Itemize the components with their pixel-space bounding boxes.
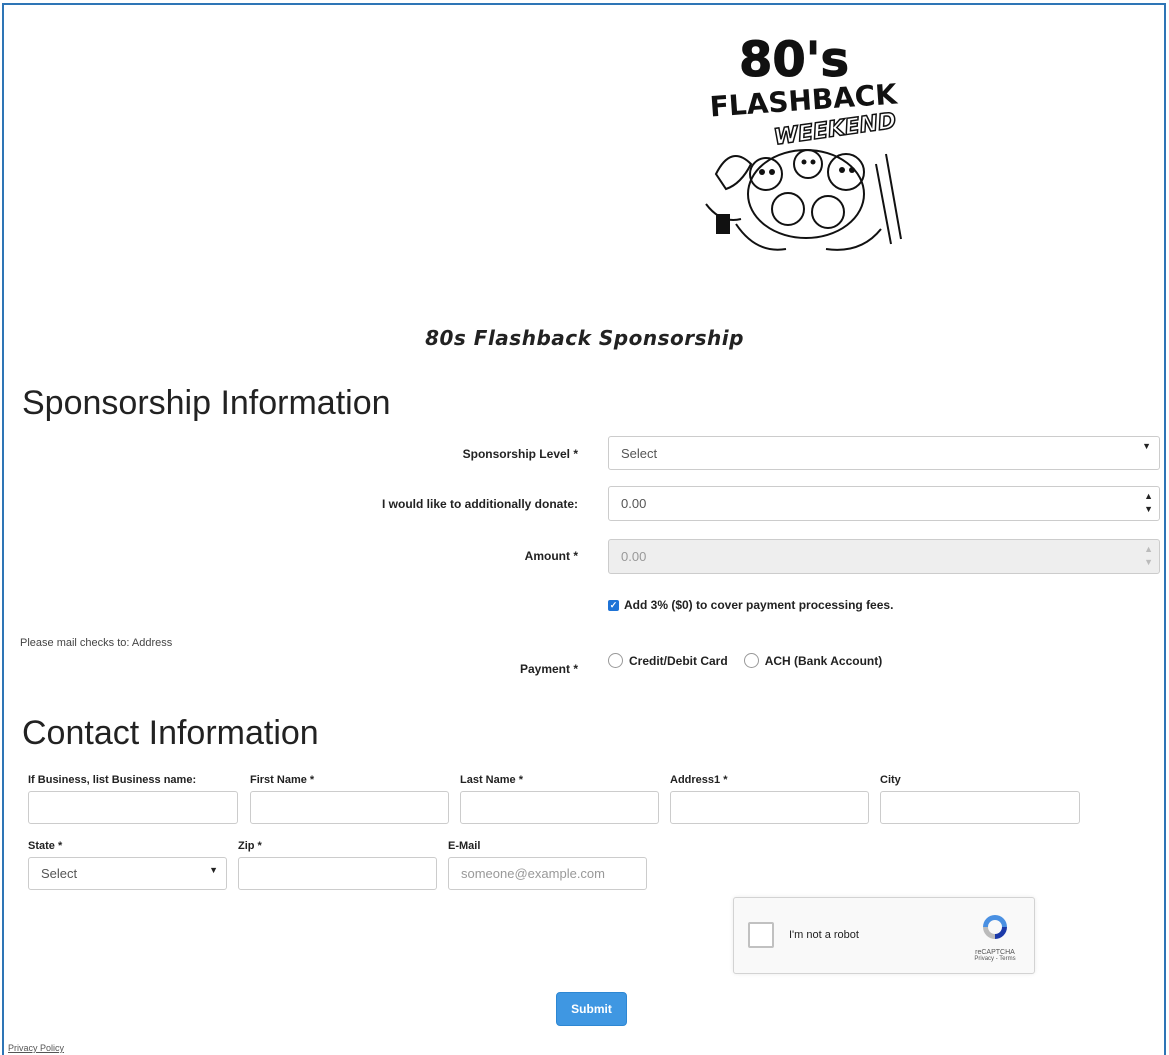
zip-input[interactable] (238, 857, 437, 890)
payment-radio-group: Credit/Debit Card ACH (Bank Account) (608, 653, 882, 668)
recaptcha-terms[interactable]: Privacy - Terms (968, 956, 1022, 962)
amount-value: 0.00 (621, 549, 647, 564)
recaptcha-logo: reCAPTCHA Privacy - Terms (968, 912, 1022, 962)
donate-value: 0.00 (621, 496, 647, 511)
spinner-up-icon[interactable]: ▲ (1144, 490, 1153, 503)
state-value: Select (41, 866, 78, 881)
contact-heading: Contact Information (22, 714, 319, 752)
fee-checkbox-row[interactable]: ✓ Add 3% ($0) to cover payment processin… (608, 598, 893, 612)
amount-label: Amount * (524, 549, 578, 563)
business-name-input[interactable] (28, 791, 238, 824)
address1-input[interactable] (670, 791, 869, 824)
email-placeholder: someone@example.com (461, 866, 605, 881)
sponsorship-level-value: Select (621, 445, 658, 461)
sponsorship-level-label: Sponsorship Level * (462, 447, 578, 461)
recaptcha-checkbox[interactable] (748, 922, 774, 948)
email-input[interactable]: someone@example.com (448, 857, 647, 890)
submit-button[interactable]: Submit (556, 992, 627, 1026)
number-spinner[interactable]: ▲ ▼ (1144, 490, 1153, 516)
privacy-policy-link[interactable]: Privacy Policy (8, 1043, 64, 1053)
sponsorship-heading: Sponsorship Information (22, 384, 391, 422)
payment-label: Payment * (519, 662, 578, 676)
fee-checkbox[interactable]: ✓ (608, 599, 619, 611)
state-label: State * (28, 840, 63, 852)
sponsorship-level-select[interactable]: Select ▼ (608, 436, 1160, 470)
recaptcha-label: I'm not a robot (789, 929, 859, 941)
donate-label: I would like to additionally donate: (381, 497, 578, 511)
number-spinner-disabled: ▲ ▼ (1144, 543, 1153, 569)
svg-text:80's: 80's (739, 32, 849, 88)
city-input[interactable] (880, 791, 1080, 824)
recaptcha-widget: I'm not a robot reCAPTCHA Privacy - Term… (733, 897, 1035, 974)
mail-checks-note: Please mail checks to: Address (20, 637, 173, 649)
donate-input[interactable]: 0.00 ▲ ▼ (608, 486, 1160, 521)
payment-radio-ach[interactable] (743, 653, 759, 668)
fee-checkbox-label: Add 3% ($0) to cover payment processing … (624, 598, 894, 612)
last-name-label: Last Name * (460, 774, 523, 786)
chevron-down-icon: ▼ (209, 865, 218, 875)
form-title: 80s Flashback Sponsorship (425, 326, 744, 350)
logo-illustration: 80's FLASHBACK WEEKEND (696, 24, 922, 262)
state-select[interactable]: Select ▼ (28, 857, 227, 890)
spinner-down-icon[interactable]: ▼ (1144, 503, 1153, 516)
first-name-input[interactable] (250, 791, 449, 824)
chevron-down-icon: ▼ (1142, 441, 1151, 451)
last-name-input[interactable] (460, 791, 659, 824)
amount-input: 0.00 ▲ ▼ (608, 539, 1160, 574)
zip-label: Zip * (238, 840, 262, 852)
spinner-up-icon: ▲ (1144, 544, 1153, 554)
email-label: E-Mail (448, 840, 481, 852)
recaptcha-icon (983, 915, 1007, 939)
business-name-label: If Business, list Business name: (28, 774, 197, 786)
event-logo: 80's FLASHBACK WEEKEND (696, 24, 922, 262)
payment-option-card-label: Credit/Debit Card (629, 653, 728, 668)
recaptcha-brand: reCAPTCHA (975, 949, 1015, 956)
city-label: City (880, 774, 901, 786)
payment-option-ach-label: ACH (Bank Account) (764, 653, 883, 668)
first-name-label: First Name * (250, 774, 315, 786)
spinner-down-icon: ▼ (1144, 557, 1153, 567)
address1-label: Address1 * (670, 774, 728, 786)
payment-radio-card[interactable] (608, 653, 623, 668)
